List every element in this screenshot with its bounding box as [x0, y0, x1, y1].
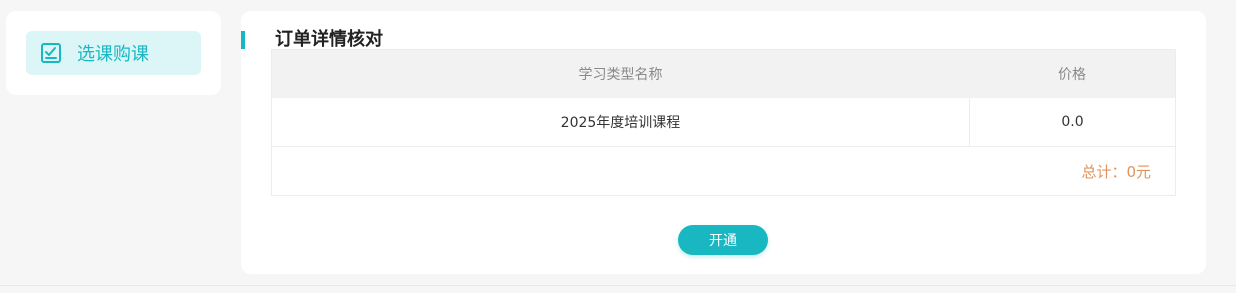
- column-header-price: 价格: [1058, 67, 1086, 83]
- table-header: 学习类型名称 价格: [272, 50, 1175, 98]
- sidebar-item-course-selection[interactable]: 选课购课: [26, 31, 201, 75]
- table-footer: 总计：0元: [272, 147, 1175, 195]
- order-total: 总计：0元: [1081, 162, 1151, 181]
- column-header-type-name: 学习类型名称: [578, 67, 663, 83]
- page-title: 订单详情核对: [275, 29, 383, 50]
- open-button[interactable]: 开通: [678, 225, 768, 255]
- page-bottom-divider: [0, 285, 1236, 286]
- title-accent-bar: [241, 31, 245, 49]
- order-detail-card: 订单详情核对 学习类型名称 价格 2025年度培训课程 0.0 总计：0元 开通: [241, 11, 1206, 274]
- order-table: 学习类型名称 价格 2025年度培训课程 0.0 总计：0元: [271, 49, 1176, 196]
- checklist-icon: [40, 42, 62, 64]
- table-row: 2025年度培训课程 0.0: [272, 98, 1175, 147]
- sidebar: 选课购课: [6, 11, 221, 95]
- cell-price: 0.0: [1061, 114, 1084, 130]
- sidebar-item-label: 选课购课: [77, 44, 149, 65]
- cell-type-name: 2025年度培训课程: [272, 98, 970, 146]
